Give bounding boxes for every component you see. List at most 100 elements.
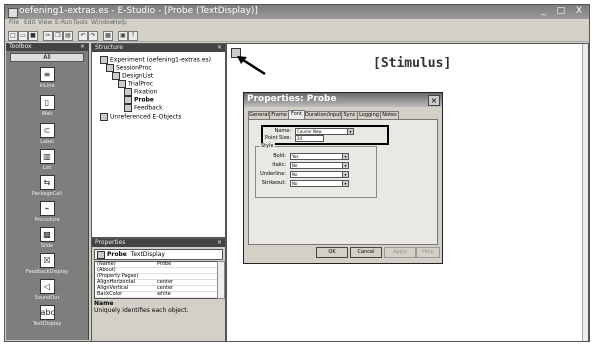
menu-file[interactable]: File: [9, 19, 19, 26]
menu-tools[interactable]: Tools: [73, 19, 88, 26]
tree-item-unreferenced[interactable]: Unreferenced E-Objects: [100, 113, 181, 121]
tool-label: PackageCall: [31, 191, 63, 197]
strikeout-select[interactable]: No ▾: [290, 180, 349, 187]
property-row[interactable]: BackColor white: [95, 292, 217, 298]
structure-close-icon[interactable]: ×: [217, 44, 222, 52]
paste-icon[interactable]: ▤: [63, 31, 73, 41]
tool-slide[interactable]: ▩ Slide: [6, 227, 88, 249]
underline-label: Underline:: [260, 171, 286, 177]
property-description: Name Uniquely identifies each object.: [94, 300, 221, 338]
tree-label: Experiment (oefening1-extras.es): [110, 56, 211, 64]
object-selector[interactable]: Probe TextDisplay: [94, 249, 223, 260]
text-display-icon: abc: [39, 305, 55, 320]
description-title: Name: [94, 300, 114, 307]
open-icon[interactable]: ▭: [18, 31, 28, 41]
menu-edit[interactable]: Edit: [24, 19, 36, 26]
text-display-icon: [97, 250, 105, 259]
tree-item-design-list[interactable]: DesignList: [112, 72, 153, 80]
dialog-title-bar: Properties: Probe ×: [244, 93, 442, 107]
tool-inline[interactable]: ≡ InLine: [6, 67, 88, 89]
workspace-scrollbar[interactable]: [582, 44, 588, 341]
toolbox-header: Toolbox ×: [6, 43, 88, 51]
tree-item-trial-proc[interactable]: TrialProc: [118, 80, 153, 88]
tab-sync[interactable]: Sync: [341, 111, 358, 119]
tool-wait[interactable]: ▯ Wait: [6, 95, 88, 117]
bold-select[interactable]: Yes ▾: [290, 153, 349, 160]
unreferenced-icon: [100, 113, 108, 121]
tree-item-feedback[interactable]: Feedback: [124, 104, 163, 112]
property-value: white: [157, 291, 171, 297]
ok-button[interactable]: OK: [316, 247, 348, 258]
properties-pane: Properties × Probe TextDisplay (Name) Pro…: [91, 238, 226, 341]
tool-package-call[interactable]: ⇆ PackageCall: [6, 175, 88, 197]
tool-label: FeedbackDisplay: [25, 269, 69, 275]
structure-header: Structure ×: [92, 44, 225, 52]
tree-item-fixation[interactable]: Fixation: [124, 88, 157, 96]
italic-value: No: [292, 163, 298, 168]
tree-label: TrialProc: [128, 80, 154, 88]
feedback-display-icon: [124, 104, 132, 112]
menu-view[interactable]: View: [38, 19, 52, 26]
tab-frame[interactable]: Frame: [269, 111, 289, 119]
point-size-input[interactable]: 24: [295, 135, 324, 142]
cut-icon[interactable]: ✂: [43, 31, 53, 41]
toolbox-all-button[interactable]: All: [10, 53, 84, 62]
tool-list[interactable]: ▥ List: [6, 149, 88, 171]
properties-icon[interactable]: ▦: [103, 31, 113, 41]
toolbar: □ ▭ ■ ✂ ❐ ▤ ↶ ↷ ▦ ▣ ?: [5, 29, 589, 42]
style-group: Style Bold: Yes ▾ Italic: No ▾ Underline: …: [255, 143, 377, 198]
tab-notes[interactable]: Notes: [380, 111, 399, 119]
cancel-button[interactable]: Cancel: [350, 247, 382, 258]
tab-logging[interactable]: Logging: [357, 111, 381, 119]
help-button[interactable]: Help: [416, 247, 440, 258]
underline-select[interactable]: No ▾: [290, 171, 349, 178]
tab-general[interactable]: General: [248, 111, 270, 119]
object-type: TextDisplay: [130, 251, 165, 258]
apply-button[interactable]: Apply: [384, 247, 416, 258]
application-window: oefening1-extras.es - E-Studio - [Probe …: [4, 4, 590, 342]
window-controls[interactable]: _ □ X: [541, 6, 586, 16]
tool-label: Wait: [41, 111, 53, 117]
strikeout-label: Strikeout:: [261, 180, 286, 186]
sound-out-icon: ◁: [39, 279, 55, 294]
stimulus-text: [Stimulus]: [373, 56, 452, 71]
menu-help[interactable]: Help: [113, 19, 127, 26]
close-icon[interactable]: ×: [428, 95, 440, 106]
help-icon[interactable]: ?: [128, 31, 138, 41]
browser-icon[interactable]: ▣: [118, 31, 128, 41]
inline-icon: ≡: [39, 67, 55, 82]
copy-icon[interactable]: ❐: [53, 31, 63, 41]
menu-bar: File Edit View E-Run Tools Window Help: [5, 19, 589, 28]
tool-feedback-display[interactable]: ☒ FeedbackDisplay: [6, 253, 88, 275]
tool-sound-out[interactable]: ◁ SoundOut: [6, 279, 88, 301]
tree-item-session-proc[interactable]: SessionProc: [106, 64, 152, 72]
chevron-down-icon: ▾: [347, 129, 353, 134]
save-icon[interactable]: ■: [28, 31, 38, 41]
tab-font[interactable]: Font: [288, 110, 305, 119]
property-grid-scrollbar[interactable]: [217, 261, 225, 299]
tool-procedure[interactable]: ⌁ Procedure: [6, 201, 88, 223]
structure-title: Structure: [95, 44, 123, 51]
tool-text-display[interactable]: abc TextDisplay: [6, 305, 88, 327]
procedure-icon: [118, 80, 126, 88]
properties-close-icon[interactable]: ×: [217, 239, 222, 247]
tool-label-object[interactable]: ⊂ Label: [6, 123, 88, 145]
tree-item-experiment[interactable]: Experiment (oefening1-extras.es): [100, 56, 211, 64]
chevron-down-icon: ▾: [342, 172, 348, 177]
undo-icon[interactable]: ↶: [78, 31, 88, 41]
toolbox-title: Toolbox: [9, 43, 32, 50]
toolbox-close-icon[interactable]: ×: [80, 43, 85, 51]
property-grid: (Name) Probe (About) (Property Pages) Ali…: [94, 261, 218, 299]
window-title: oefening1-extras.es - E-Studio - [Probe …: [19, 6, 258, 16]
procedure-icon: ⌁: [39, 201, 55, 216]
tree-item-probe[interactable]: Probe: [124, 96, 154, 104]
tab-duration-input[interactable]: Duration/Input: [304, 111, 342, 119]
new-icon[interactable]: □: [8, 31, 18, 41]
redo-icon[interactable]: ↷: [88, 31, 98, 41]
tool-label: InLine: [39, 83, 55, 89]
italic-select[interactable]: No ▾: [290, 162, 349, 169]
font-name-select[interactable]: Courier New ▾: [295, 128, 354, 135]
menu-window[interactable]: Window: [91, 19, 115, 26]
menu-erun[interactable]: E-Run: [55, 19, 72, 26]
chevron-down-icon: ▾: [342, 163, 348, 168]
